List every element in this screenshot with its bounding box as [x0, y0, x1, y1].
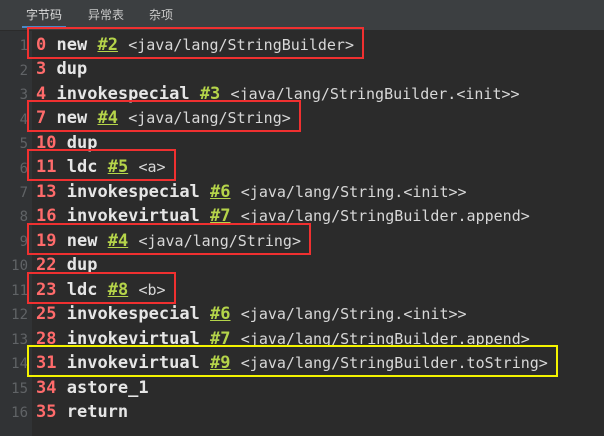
opcode: invokespecial — [56, 84, 190, 104]
constant-pool-ref-link[interactable]: #4 — [97, 108, 117, 128]
instruction-offset: 35 — [36, 402, 57, 422]
instruction-offset: 13 — [36, 182, 57, 202]
constant-pool-ref-link[interactable]: #7 — [210, 329, 230, 349]
bytecode-line: 19 new #4 <java/lang/String> — [36, 229, 301, 253]
operand-text: <java/lang/String> — [128, 109, 291, 127]
operand-text: <java/lang/String.<init>> — [240, 183, 467, 201]
operand-text: <java/lang/StringBuilder.toString> — [240, 354, 548, 372]
constant-pool-ref-link[interactable]: #7 — [210, 206, 230, 226]
constant-pool-ref-link[interactable]: #6 — [210, 304, 230, 324]
opcode: invokevirtual — [66, 329, 200, 349]
opcode: dup — [66, 255, 98, 275]
opcode: new — [56, 35, 88, 55]
constant-pool-ref-link[interactable]: #3 — [200, 84, 220, 104]
bytecode-line: 22 dup — [36, 253, 97, 277]
instruction-offset: 34 — [36, 378, 57, 398]
instruction-offset: 11 — [36, 157, 57, 177]
bytecode-line: 16 invokevirtual #7 <java/lang/StringBui… — [36, 204, 530, 228]
bytecode-line: 31 invokevirtual #9 <java/lang/StringBui… — [36, 351, 548, 375]
operand-text: <b> — [138, 281, 166, 299]
bytecode-line: 0 new #2 <java/lang/StringBuilder> — [36, 33, 354, 57]
operand-text: <java/lang/StringBuilder.append> — [240, 207, 530, 225]
instruction-offset: 23 — [36, 280, 57, 300]
constant-pool-ref-link[interactable]: #6 — [210, 182, 230, 202]
opcode: new — [56, 108, 88, 128]
opcode: dup — [56, 59, 88, 79]
opcode: dup — [66, 133, 98, 153]
bytecode-line: 25 invokespecial #6 <java/lang/String.<i… — [36, 302, 467, 326]
bytecode-line: 10 dup — [36, 131, 97, 155]
instruction-offset: 22 — [36, 255, 57, 275]
bytecode-line: 4 invokespecial #3 <java/lang/StringBuil… — [36, 82, 520, 106]
opcode: ldc — [66, 280, 98, 300]
instruction-offset: 25 — [36, 304, 57, 324]
opcode: astore_1 — [66, 378, 149, 398]
opcode: new — [66, 231, 98, 251]
constant-pool-ref-link[interactable]: #9 — [210, 353, 230, 373]
bytecode-line: 34 astore_1 — [36, 376, 149, 400]
instruction-offset: 19 — [36, 231, 57, 251]
bytecode-line: 35 return — [36, 400, 128, 424]
instruction-offset: 4 — [36, 84, 47, 104]
opcode: ldc — [66, 157, 98, 177]
instruction-offset: 0 — [36, 35, 47, 55]
constant-pool-ref-link[interactable]: #5 — [108, 157, 128, 177]
opcode: return — [66, 402, 129, 422]
operand-text: <java/lang/String.<init>> — [240, 305, 467, 323]
constant-pool-ref-link[interactable]: #8 — [108, 280, 128, 300]
constant-pool-ref-link[interactable]: #4 — [108, 231, 128, 251]
bytecode-line: 3 dup — [36, 57, 87, 81]
bytecode-line: 23 ldc #8 <b> — [36, 278, 166, 302]
instruction-offset: 3 — [36, 59, 47, 79]
instruction-offset: 31 — [36, 353, 57, 373]
bytecode-line: 7 new #4 <java/lang/String> — [36, 106, 291, 130]
bytecode-listing: 0 new #2 <java/lang/StringBuilder> 3 dup 4… — [0, 0, 604, 436]
operand-text: <java/lang/String> — [138, 232, 301, 250]
bytecode-line: 28 invokevirtual #7 <java/lang/StringBui… — [36, 327, 530, 351]
bytecode-line: 13 invokespecial #6 <java/lang/String.<i… — [36, 180, 467, 204]
opcode: invokevirtual — [66, 206, 200, 226]
opcode: invokevirtual — [66, 353, 200, 373]
operand-text: <a> — [138, 158, 166, 176]
opcode: invokespecial — [66, 304, 200, 324]
operand-text: <java/lang/StringBuilder.append> — [240, 330, 530, 348]
instruction-offset: 28 — [36, 329, 57, 349]
operand-text: <java/lang/StringBuilder.<init>> — [230, 85, 520, 103]
operand-text: <java/lang/StringBuilder> — [128, 36, 354, 54]
instruction-offset: 7 — [36, 108, 47, 128]
opcode: invokespecial — [66, 182, 200, 202]
instruction-offset: 10 — [36, 133, 57, 153]
instruction-offset: 16 — [36, 206, 57, 226]
constant-pool-ref-link[interactable]: #2 — [97, 35, 117, 55]
bytecode-line: 11 ldc #5 <a> — [36, 155, 166, 179]
